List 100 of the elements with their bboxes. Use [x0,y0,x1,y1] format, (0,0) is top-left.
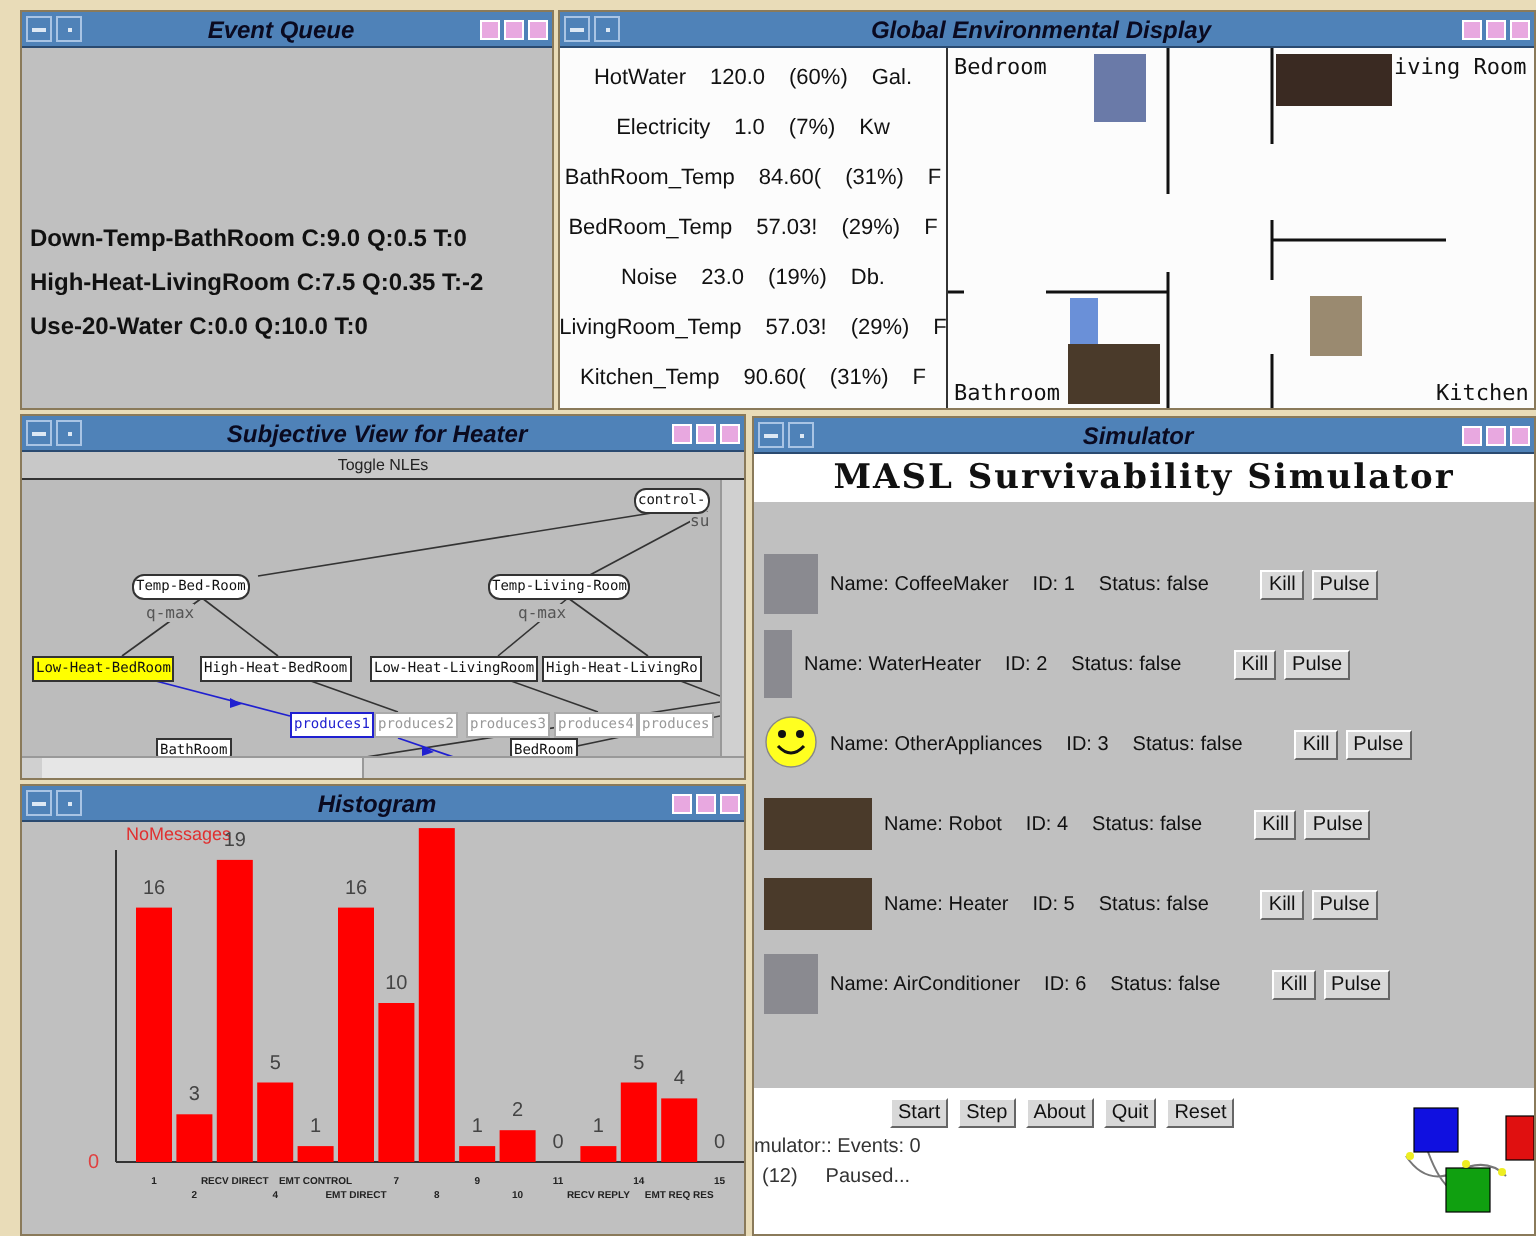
device-id: ID: 5 [1032,893,1075,915]
reading-unit: F [927,165,942,190]
bar-value-label: 1 [592,1116,604,1139]
window-pin-button[interactable] [788,422,814,448]
bar-value-label: 16 [142,877,166,900]
event-count: (12) [762,1166,798,1188]
device-action-button[interactable]: Pulse [1311,569,1378,599]
window-pin-button[interactable] [56,16,82,42]
reading-name: LivingRoom_Temp [560,316,742,341]
horizontal-scrollbar[interactable] [22,756,744,778]
device-action-button[interactable]: Kill [1272,969,1316,999]
device-status: Status: false [1092,813,1203,835]
reading-percent: (31%) [845,165,904,190]
reading-value: 84.60( [758,165,822,190]
run-state: Paused... [825,1166,911,1188]
device-name: Name: WaterHeater [804,653,982,675]
event-entry: High-Heat-LivingRoom C:7.5 Q:0.35 T:-2 [30,268,486,296]
device-id: ID: 4 [1025,813,1069,835]
room-label: Bedroom [954,54,1047,80]
photo-placeholder [764,878,872,930]
device-status: Status: false [1098,573,1209,595]
bar-value-label: 10 [385,973,408,995]
photo-placeholder [1310,296,1362,356]
simulator-control-button[interactable]: Start [890,1098,949,1128]
reading-unit: F [933,316,947,341]
photo-placeholder [764,630,792,698]
window-pin-button[interactable] [56,790,82,816]
reading-value: 57.03! [756,215,818,240]
device-status: Status: false [1071,653,1182,675]
room-label: Bathroom [954,380,1060,406]
device-action-button[interactable]: Kill [1260,569,1304,599]
histogram-bar [661,1098,698,1162]
bar-value-label: 1 [310,1116,322,1139]
window-title: Simulator [1080,421,1197,449]
reading-unit: Db. [850,266,885,291]
window-menu-button[interactable] [758,422,784,448]
event-entry: Use-20-Water C:0.0 Q:10.0 T:0 [30,312,370,340]
reading-percent: (29%) [841,215,901,240]
reading-percent: (29%) [850,316,910,341]
simulator-control-button[interactable]: Reset [1166,1098,1235,1128]
device-action-button[interactable]: Kill [1294,729,1338,759]
simulator-control-button[interactable]: About [1025,1098,1094,1128]
edge-label: su [690,512,710,530]
reading-name: BedRoom_Temp [568,215,733,240]
histogram-bar [459,1146,496,1162]
reading-name: HotWater [593,65,686,90]
axis-tick-label: 0 [88,1152,100,1174]
photo-placeholder [1094,54,1146,122]
reading-percent: (7%) [788,115,836,140]
window-menu-button[interactable] [26,16,52,42]
device-name: Name: AirConditioner [830,973,1021,995]
toggle-button[interactable]: Toggle NLEs [22,452,744,480]
reading-percent: (31%) [829,366,889,391]
room-label: Kitchen [1436,380,1529,406]
bar-value-label: 1 [471,1116,483,1139]
device-action-button[interactable]: Pulse [1345,729,1412,759]
histogram-bar [257,1082,294,1162]
device-action-button[interactable]: Pulse [1284,649,1351,679]
window-pin-button[interactable] [594,16,620,42]
histogram-bar [297,1146,334,1162]
device-name: Name: Heater [884,893,1009,915]
event-entry: Down-Temp-BathRoom C:9.0 Q:0.5 T:0 [30,224,469,252]
device-status: Status: false [1132,733,1243,755]
events-status: mulator:: Events: 0 [754,1136,923,1158]
window-menu-button[interactable] [564,16,590,42]
histogram-bar [176,1114,213,1162]
bar-value-label: 5 [269,1052,281,1075]
simulator-heading: MASL Survivability Simulator [833,458,1455,498]
window-menu-button[interactable] [26,790,52,816]
device-action-button[interactable]: Pulse [1311,889,1378,919]
simulator-control-button[interactable]: Quit [1103,1098,1157,1128]
reading-unit: Kw [859,115,890,140]
vertical-scrollbar[interactable] [720,480,744,756]
device-status: Status: false [1098,893,1209,915]
bar-value-label: 16 [344,877,368,900]
photo-placeholder [764,954,818,1014]
edge-line [201,597,279,657]
window-menu-button[interactable] [26,420,52,446]
window-title: Event Queue [205,15,357,43]
window-pin-button[interactable] [56,420,82,446]
bar-value-label: 0 [714,1132,726,1154]
device-name: Name: CoffeeMaker [830,573,1009,595]
device-action-button[interactable]: Pulse [1323,969,1390,999]
reading-unit: Gal. [871,65,913,90]
reading-name: Kitchen_Temp [580,366,720,391]
device-action-button[interactable]: Kill [1254,809,1297,839]
device-id: ID: 3 [1066,733,1109,755]
photo-placeholder [1276,54,1392,106]
window-title: Subjective View for Heater [224,419,531,447]
histogram-bar [580,1146,617,1162]
simulator-control-button[interactable]: Step [958,1098,1016,1128]
device-action-button[interactable]: Pulse [1304,809,1371,839]
reading-value: 23.0 [701,266,745,291]
reading-value: 90.60( [743,366,806,391]
device-action-button[interactable]: Kill [1233,649,1277,679]
device-action-button[interactable]: Kill [1260,889,1304,919]
bar-value-label: 3 [188,1084,200,1107]
reading-name: BathRoom_Temp [564,165,735,190]
histogram-bar [499,1130,536,1162]
device-id: ID: 2 [1005,653,1048,675]
